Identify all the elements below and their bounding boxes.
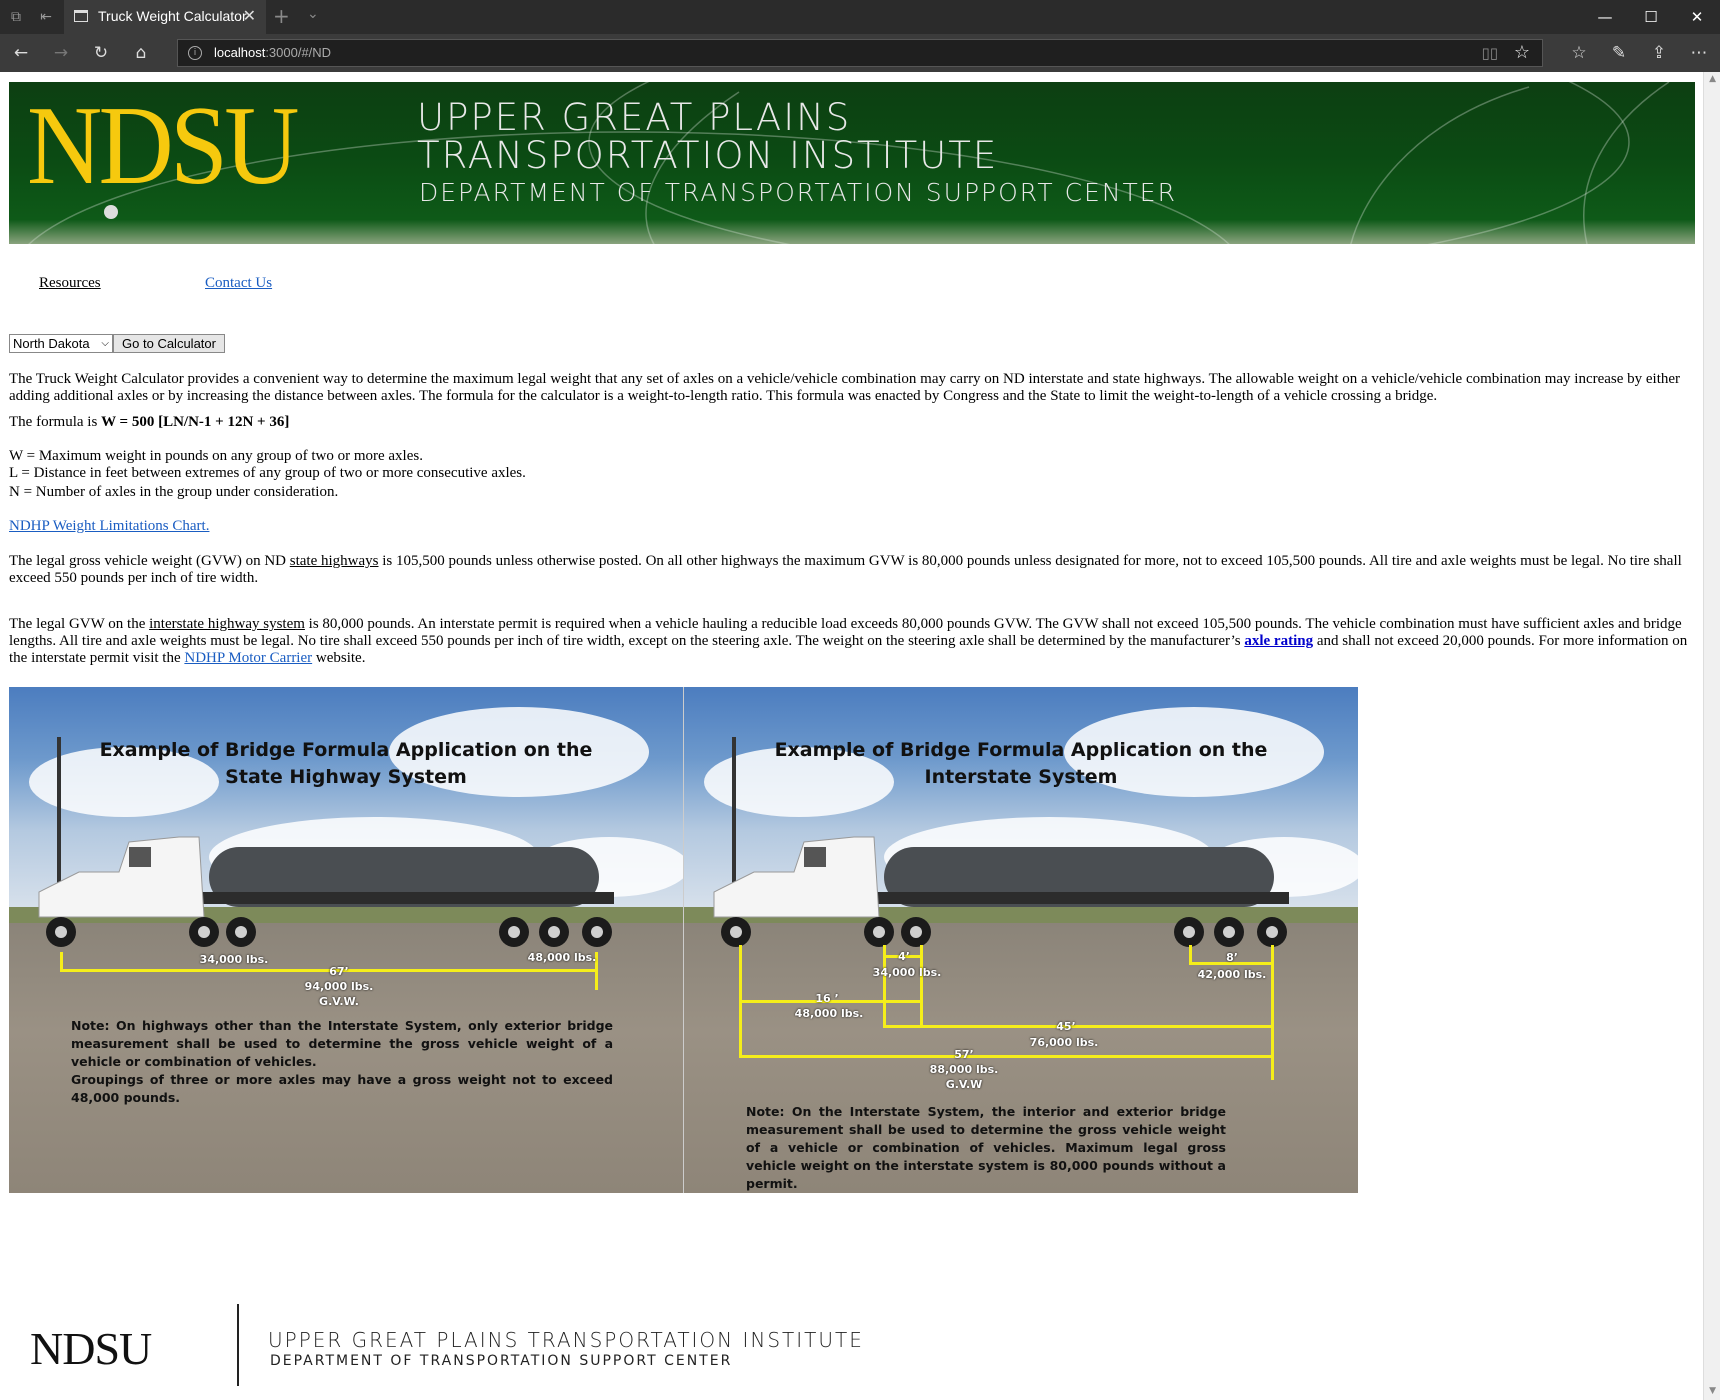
def-w: W = Maximum weight in pounds on any grou… (9, 448, 423, 464)
weight-limitations-chart-link[interactable]: NDHP Weight Limitations Chart. (9, 518, 209, 534)
chevron-down-icon: ⌵ (101, 338, 109, 349)
set-aside-tabs-icon[interactable]: ⇤ (36, 7, 56, 27)
address-bar[interactable]: i localhost:3000/#/ND ▯▯ ☆ (177, 39, 1543, 67)
footer-line1: UPPER GREAT PLAINS TRANSPORTATION INSTIT… (268, 1328, 864, 1352)
scroll-down-icon[interactable]: ▼ (1709, 1386, 1716, 1396)
info-icon[interactable]: i (188, 46, 202, 60)
weight-88000-label: 88,000 lbs. (929, 1063, 999, 1076)
dist-57ft-label: 57’ (954, 1048, 974, 1061)
scroll-up-icon[interactable]: ▲ (1709, 74, 1716, 84)
front-weight-label: 34,000 lbs. (199, 953, 269, 966)
resources-link[interactable]: Resources (39, 275, 101, 292)
gvw-abbrev-label: G.V.W. (319, 995, 359, 1008)
contact-us-link[interactable]: Contact Us (205, 275, 272, 292)
weight-34000-label: 34,000 lbs. (872, 966, 942, 979)
footer-divider (237, 1304, 239, 1386)
dist-16ft-label: 16 ’ (815, 992, 839, 1005)
ndsu-logo: NDSU (27, 84, 299, 208)
logo-dot (104, 205, 118, 219)
page-icon (74, 10, 88, 22)
gvw-abbrev-label: G.V.W (945, 1078, 983, 1091)
maximize-icon[interactable]: ☐ (1628, 0, 1674, 34)
rear-weight-label: 48,000 lbs. (527, 951, 597, 964)
dist-45ft-label: 45’ (1056, 1020, 1076, 1033)
header-banner: NDSU UPPER GREAT PLAINS TRANSPORTATION I… (9, 82, 1695, 244)
bridge-tick (60, 952, 63, 972)
ndhp-motor-carrier-link[interactable]: NDHP Motor Carrier (184, 650, 312, 666)
example-left-note2: Groupings of three or more axles may hav… (71, 1072, 613, 1105)
state-select-value: North Dakota (13, 336, 90, 351)
close-tab-icon[interactable]: ✕ (243, 6, 256, 25)
footer-ndsu-logo: NDSU (30, 1323, 152, 1374)
gvw-interstate-paragraph: The legal GVW on the interstate highway … (9, 616, 1688, 666)
example-right-note: Note: On the Interstate System, the inte… (746, 1104, 1226, 1191)
banner-line3: DEPARTMENT OF TRANSPORTATION SUPPORT CEN… (419, 178, 1177, 207)
tab-truck-weight-calculator[interactable]: Truck Weight Calculator ✕ (64, 0, 266, 34)
axle-rating-link[interactable]: axle rating (1244, 633, 1313, 649)
chart-link-line: NDHP Weight Limitations Chart. (9, 518, 1689, 535)
browser-tab-bar: ⧉ ⇤ Truck Weight Calculator ✕ + ⌄ — ☐ ✕ (0, 0, 1720, 34)
more-icon[interactable]: ⋯ (1688, 42, 1710, 64)
def-l: L = Distance in feet between extremes of… (9, 465, 526, 481)
back-icon[interactable]: ← (10, 42, 32, 64)
forward-icon[interactable]: → (50, 42, 72, 64)
bridge-tick (883, 979, 886, 1027)
state-select[interactable]: North Dakota ⌵ (9, 334, 113, 353)
pen-icon[interactable]: ✎ (1608, 42, 1630, 64)
new-tab-icon[interactable]: + (273, 4, 290, 28)
favorites-icon[interactable]: ☆ (1568, 42, 1590, 64)
weight-48000-label: 48,000 lbs. (794, 1007, 864, 1020)
go-to-calculator-button[interactable]: Go to Calculator (113, 334, 225, 353)
dist-4ft-label: 4’ (898, 950, 910, 963)
vertical-scrollbar[interactable]: ▲ ▼ (1703, 72, 1720, 1400)
tab-actions-icon[interactable]: ⧉ (6, 7, 26, 27)
example-interstate-image: Example of Bridge Formula Application on… (684, 687, 1358, 1193)
bridge-line-57ft (739, 1055, 1273, 1058)
dist-8ft-label: 8’ (1226, 951, 1238, 964)
example-state-highway-image: Example of Bridge Formula Application on… (9, 687, 683, 1193)
bridge-tick (1271, 945, 1274, 1080)
weight-76000-label: 76,000 lbs. (1029, 1036, 1099, 1049)
truck-illustration (38, 836, 614, 947)
weight-42000-label: 42,000 lbs. (1197, 968, 1267, 981)
example-left-note1: Note: On highways other than the Interst… (71, 1018, 613, 1069)
refresh-icon[interactable]: ↻ (90, 42, 112, 64)
formula-line: The formula is W = 500 [LN/N-1 + 12N + 3… (9, 414, 290, 430)
share-icon[interactable]: ⇪ (1648, 42, 1670, 64)
gvw-state-paragraph: The legal gross vehicle weight (GVW) on … (9, 553, 1682, 586)
interstate-highway-link[interactable]: interstate highway system (149, 616, 305, 632)
reading-view-icon[interactable]: ▯▯ (1481, 44, 1498, 62)
state-highways-link[interactable]: state highways (290, 553, 379, 569)
def-n: N = Number of axles in the group under c… (9, 484, 339, 500)
url-text: localhost:3000/#/ND (214, 45, 332, 60)
banner-line2: TRANSPORTATION INSTITUTE (417, 134, 999, 177)
browser-nav-bar: ← → ↻ ⌂ i localhost:3000/#/ND ▯▯ ☆ ☆ ✎ ⇪… (0, 34, 1720, 72)
chevron-down-icon[interactable]: ⌄ (307, 6, 319, 22)
tab-title: Truck Weight Calculator (98, 8, 247, 24)
minimize-icon[interactable]: — (1582, 0, 1628, 34)
formula: W = 500 [LN/N-1 + 12N + 36] (101, 414, 290, 430)
intro-paragraph: The Truck Weight Calculator provides a c… (9, 371, 1681, 404)
length-label: 67’ (329, 965, 349, 978)
banner-line1: UPPER GREAT PLAINS (417, 96, 852, 139)
home-icon[interactable]: ⌂ (130, 42, 152, 64)
close-window-icon[interactable]: ✕ (1674, 0, 1720, 34)
footer-line2: DEPARTMENT OF TRANSPORTATION SUPPORT CEN… (270, 1353, 733, 1369)
gvw-label: 94,000 lbs. (304, 980, 374, 993)
page-viewport: NDSU UPPER GREAT PLAINS TRANSPORTATION I… (0, 72, 1720, 1400)
favorite-star-icon[interactable]: ☆ (1514, 42, 1530, 63)
